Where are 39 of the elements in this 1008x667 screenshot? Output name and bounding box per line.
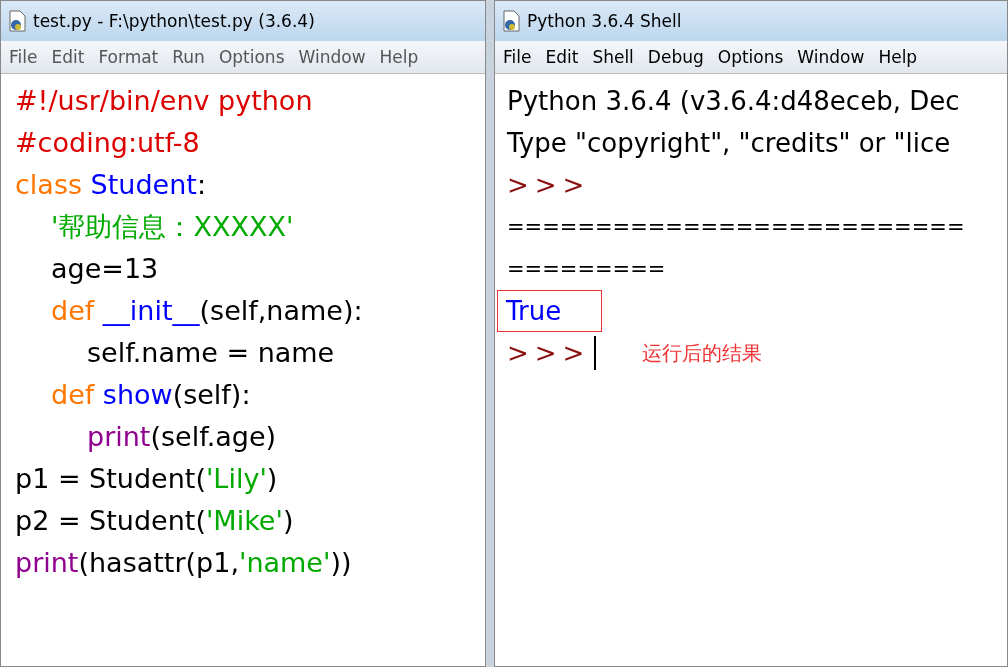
python-file-icon (501, 10, 521, 32)
code-line: print(self.age) (86, 420, 277, 454)
shell-output[interactable]: Python 3.6.4 (v3.6.4:d48eceb, Dec Type "copyright", "credits" or "lice >>> ========================== ========= True >>> 运行后的结果 (495, 74, 1007, 666)
menu-item[interactable]: Shell (592, 47, 634, 67)
menu-item[interactable]: Debug (647, 47, 704, 67)
annotation-text: 运行后的结果 (642, 340, 763, 367)
shell-line: ========= (507, 256, 666, 283)
shell-prompt: >>> (507, 169, 591, 202)
menu-item[interactable]: Options (218, 47, 285, 67)
menu-item[interactable]: Window (797, 47, 865, 67)
menu-item[interactable]: Edit (51, 47, 85, 67)
code-line: '帮助信息：XXXXX' (50, 210, 294, 244)
window-title: Python 3.6.4 Shell (527, 11, 682, 31)
window-title: test.py - F:\python\test.py (3.6.4) (33, 11, 315, 31)
menu-item[interactable]: File (503, 47, 532, 67)
menu-item[interactable]: Run (172, 47, 205, 67)
menu-item[interactable]: Help (379, 47, 419, 67)
code-line: #coding:utf-8 (15, 126, 200, 160)
menu-item[interactable]: Window (298, 47, 366, 67)
shell-prompt: >>> (507, 337, 591, 370)
code-line: def show(self): (50, 378, 251, 412)
code-line: #!/usr/bin/env python (15, 84, 313, 118)
code-line: class Student: (15, 168, 206, 202)
shell-line: Type "copyright", "credits" or "lice (507, 127, 951, 160)
shell-line: ========================== (507, 214, 965, 241)
shell-line: Python 3.6.4 (v3.6.4:d48eceb, Dec (507, 85, 960, 118)
menu-item[interactable]: File (9, 47, 38, 67)
text-cursor (594, 336, 597, 370)
code-line: p2 = Student('Mike') (15, 504, 294, 538)
code-line: age=13 (50, 252, 159, 286)
code-line: print(hasattr(p1,'name')) (15, 546, 352, 580)
menu-item[interactable]: Options (717, 47, 784, 67)
python-file-icon (7, 10, 27, 32)
menu-item[interactable]: Edit (545, 47, 579, 67)
menu-item[interactable]: Help (878, 47, 918, 67)
code-line: def __init__(self,name): (50, 294, 363, 328)
menu-item[interactable]: Format (98, 47, 159, 67)
code-line: self.name = name (86, 336, 335, 370)
code-line: p1 = Student('Lily') (15, 462, 278, 496)
